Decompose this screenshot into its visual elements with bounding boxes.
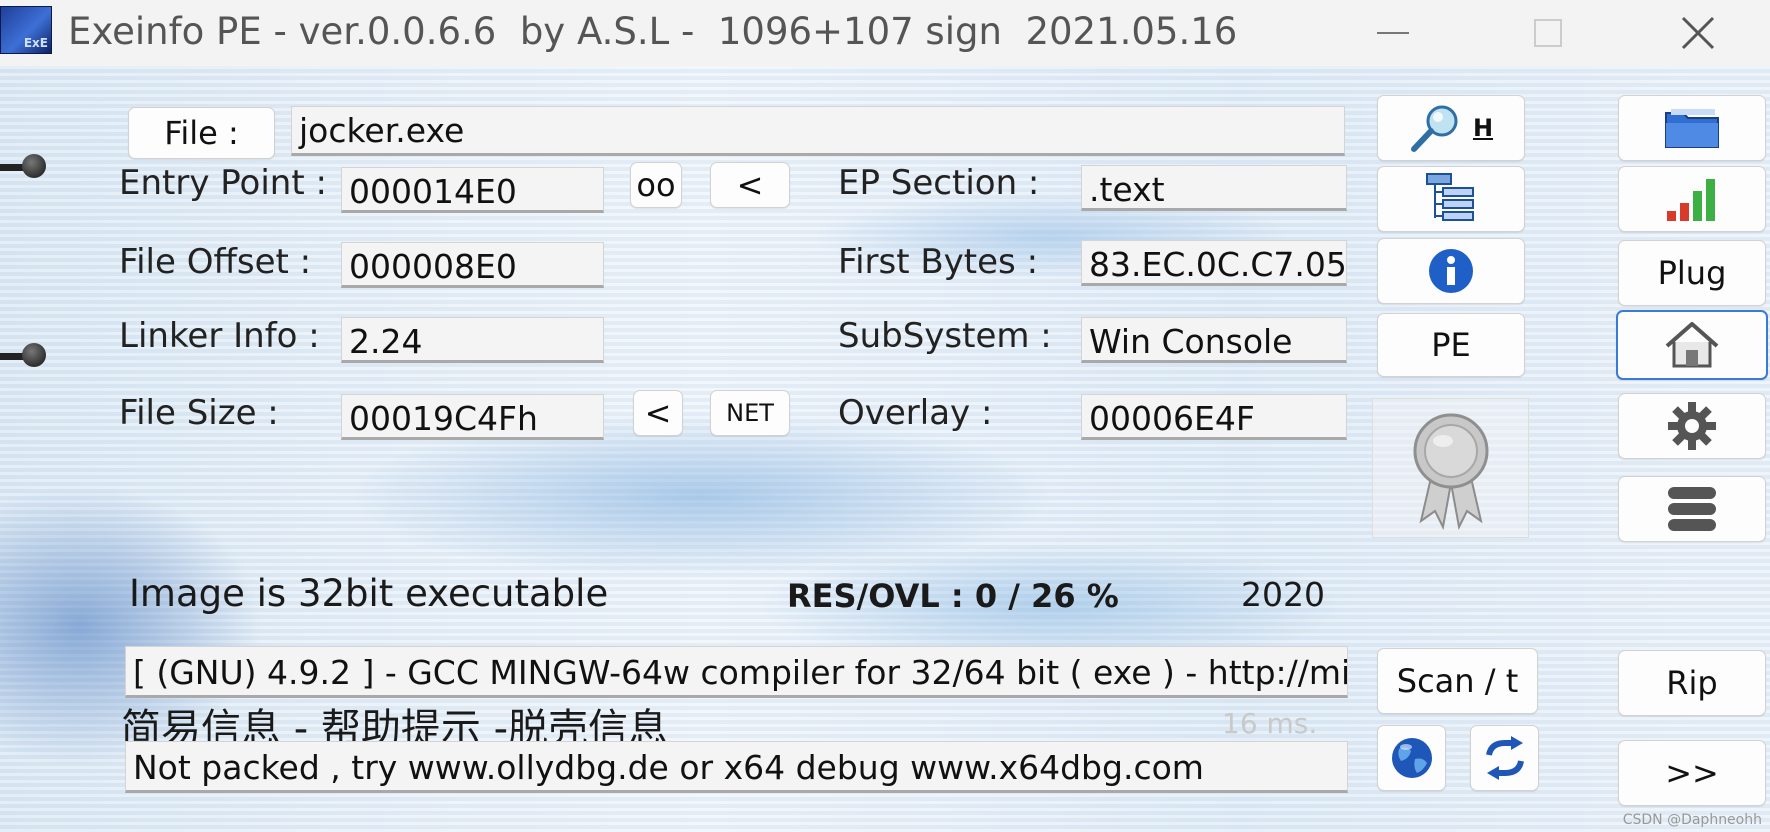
year-text: 2020 (1241, 575, 1325, 614)
file-path-field[interactable]: jocker.exe (291, 106, 1345, 156)
first-bytes-field[interactable]: 83.EC.0C.C7.05 (1081, 240, 1347, 286)
settings-button[interactable] (1618, 393, 1766, 459)
window-title: Exeinfo PE - ver.0.0.6.6 by A.S.L - 1096… (68, 10, 1238, 53)
maximize-icon (1534, 19, 1562, 47)
signal-bars-icon (1667, 179, 1715, 221)
home-icon (1665, 322, 1719, 368)
stack-icon (1668, 487, 1716, 531)
app-icon[interactable]: ExE (0, 6, 52, 54)
globe-icon (1391, 738, 1432, 778)
overlay-label: Overlay : (838, 393, 993, 433)
section-tree-button[interactable] (1377, 166, 1525, 232)
ep-back-button[interactable]: < (710, 162, 790, 208)
statistics-button[interactable] (1618, 166, 1766, 232)
close-button[interactable] (1628, 0, 1768, 66)
oo-button[interactable]: oo (630, 162, 682, 208)
magnifier-icon (1410, 105, 1458, 152)
minimize-button[interactable] (1323, 0, 1463, 66)
home-button[interactable] (1616, 310, 1768, 380)
rip-button[interactable]: Rip (1618, 650, 1766, 716)
award-ribbon-icon (1413, 413, 1489, 531)
left-knob-icon (0, 341, 46, 371)
signature-badge (1372, 398, 1529, 538)
plug-button[interactable]: Plug (1618, 240, 1766, 306)
file-offset-field[interactable]: 000008E0 (341, 242, 604, 288)
left-knob-icon (0, 152, 46, 182)
menu-button[interactable] (1618, 476, 1766, 542)
app-icon-text: ExE (23, 36, 48, 50)
subsystem-label: SubSystem : (838, 316, 1052, 356)
refresh-icon (1485, 736, 1524, 780)
entry-point-field[interactable]: 000014E0 (341, 167, 604, 213)
gear-icon (1668, 402, 1716, 450)
ep-section-field[interactable]: .text (1081, 165, 1347, 211)
hint-field[interactable]: Not packed , try www.ollydbg.de or x64 d… (125, 741, 1348, 793)
image-info-text: Image is 32bit executable (129, 572, 609, 615)
first-bytes-label: First Bytes : (838, 242, 1039, 282)
search-button[interactable]: H (1377, 95, 1525, 161)
section-tree-icon (1426, 173, 1474, 221)
linker-info-label: Linker Info : (119, 316, 320, 356)
entry-point-label: Entry Point : (119, 163, 327, 203)
folder-icon (1665, 109, 1719, 148)
scan-time-text: 16 ms. (1222, 707, 1318, 740)
pe-button[interactable]: PE (1377, 313, 1525, 377)
maximize-button[interactable] (1478, 0, 1618, 66)
info-button[interactable] (1377, 238, 1525, 304)
linker-info-field[interactable]: 2.24 (341, 317, 604, 363)
overlay-field[interactable]: 00006E4F (1081, 394, 1347, 440)
ep-section-label: EP Section : (838, 163, 1040, 203)
res-ovl-text: RES/OVL : 0 / 26 % (787, 577, 1119, 615)
detection-result-field[interactable]: [ (GNU) 4.9.2 ] - GCC MINGW-64w compiler… (125, 646, 1348, 698)
open-folder-button[interactable] (1618, 95, 1766, 161)
refresh-button[interactable] (1470, 725, 1539, 791)
search-hotkey-label: H (1472, 114, 1494, 142)
watermark-text: CSDN @Daphneohh (1622, 812, 1762, 828)
file-size-field[interactable]: 00019C4Fh (341, 394, 604, 440)
net-button[interactable]: NET (710, 390, 790, 436)
subsystem-field[interactable]: Win Console (1081, 317, 1347, 363)
info-icon (1429, 249, 1473, 293)
size-back-button[interactable]: < (633, 390, 683, 436)
scan-button[interactable]: Scan / t (1377, 648, 1538, 714)
file-size-label: File Size : (119, 393, 279, 433)
file-open-button[interactable]: File : (128, 107, 275, 159)
file-offset-label: File Offset : (119, 242, 312, 282)
web-button[interactable] (1377, 725, 1446, 791)
minimize-icon (1377, 32, 1409, 34)
close-icon (1681, 16, 1715, 50)
next-button[interactable]: >> (1618, 740, 1766, 806)
main-panel: File : jocker.exe Entry Point : 000014E0… (0, 66, 1770, 832)
title-bar: ExE Exeinfo PE - ver.0.0.6.6 by A.S.L - … (0, 0, 1770, 66)
